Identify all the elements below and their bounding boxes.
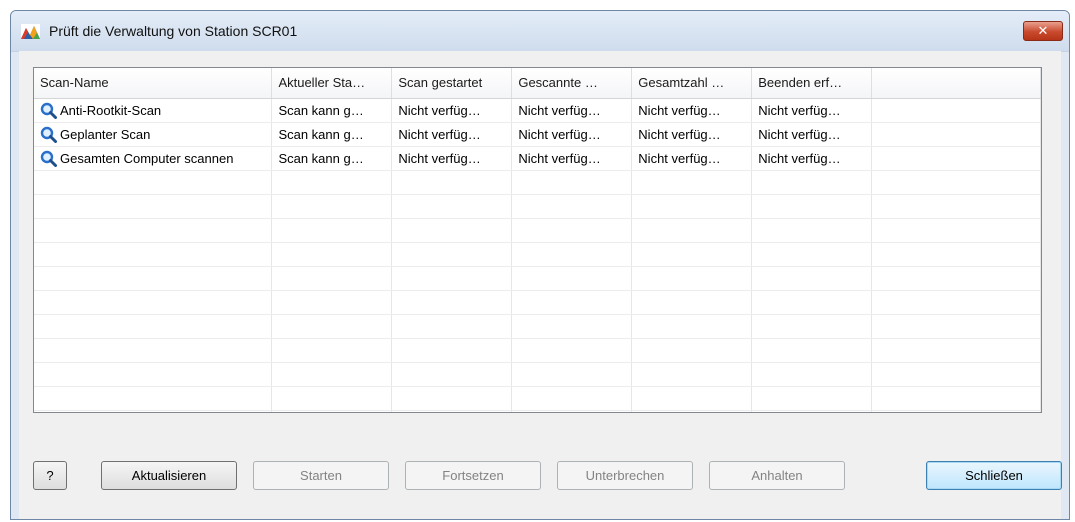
- column-header-filler: [871, 68, 1041, 99]
- pause-button-label: Unterbrechen: [585, 468, 665, 483]
- close-window-button[interactable]: ✕: [1023, 21, 1063, 41]
- close-button-label: Schließen: [965, 468, 1023, 483]
- resume-button-label: Fortsetzen: [442, 468, 504, 483]
- pause-button[interactable]: Unterbrechen: [557, 461, 693, 490]
- start-button-label: Starten: [300, 468, 342, 483]
- magnifier-icon: [40, 102, 57, 119]
- empty-row: [34, 314, 1041, 339]
- refresh-button-label: Aktualisieren: [131, 468, 207, 483]
- scan-name-cell: Gesamten Computer scannen: [34, 146, 273, 171]
- magnifier-icon: [40, 150, 57, 167]
- start-button[interactable]: Starten: [253, 461, 389, 490]
- started-cell: Nicht verfüg…: [391, 98, 513, 123]
- total-cell: Nicht verfüg…: [631, 146, 753, 171]
- total-cell: Nicht verfüg…: [631, 122, 753, 147]
- scan-name-text: Geplanter Scan: [60, 126, 151, 142]
- empty-row: [34, 170, 1041, 195]
- magnifier-icon: [40, 126, 57, 143]
- empty-row: [34, 410, 1041, 412]
- resume-button[interactable]: Fortsetzen: [405, 461, 541, 490]
- scanned-cell: Nicht verfüg…: [511, 98, 633, 123]
- empty-row: [34, 218, 1041, 243]
- scan-table: Scan-Name Aktueller Sta… Scan gestartet …: [34, 68, 1041, 412]
- empty-row: [34, 266, 1041, 291]
- dialog-window: Prüft die Verwaltung von Station SCR01 ✕…: [10, 10, 1070, 520]
- empty-row: [34, 338, 1041, 363]
- filler-cell: [871, 146, 1041, 171]
- table-row[interactable]: Gesamten Computer scannen Scan kann g… N…: [34, 146, 1041, 171]
- refresh-button[interactable]: Aktualisieren: [101, 461, 237, 490]
- finished-cell: Nicht verfüg…: [751, 146, 873, 171]
- column-header-current-status[interactable]: Aktueller Sta…: [271, 68, 393, 99]
- filler-cell: [871, 122, 1041, 147]
- table-row[interactable]: Geplanter Scan Scan kann g… Nicht verfüg…: [34, 122, 1041, 147]
- column-header-scan-started[interactable]: Scan gestartet: [391, 68, 513, 99]
- close-icon: ✕: [1037, 23, 1049, 38]
- close-button[interactable]: Schließen: [926, 461, 1062, 490]
- scan-name-cell: Geplanter Scan: [34, 122, 273, 147]
- empty-row: [34, 362, 1041, 387]
- empty-row: [34, 194, 1041, 219]
- finished-cell: Nicht verfüg…: [751, 98, 873, 123]
- status-cell: Scan kann g…: [271, 98, 393, 123]
- window-title: Prüft die Verwaltung von Station SCR01: [49, 23, 298, 39]
- help-button-label: ?: [46, 468, 54, 483]
- column-header-total[interactable]: Gesamtzahl …: [631, 68, 753, 99]
- avg-logo-icon: [21, 24, 40, 39]
- table-header-row: Scan-Name Aktueller Sta… Scan gestartet …: [34, 68, 1041, 99]
- finished-cell: Nicht verfüg…: [751, 122, 873, 147]
- empty-row: [34, 290, 1041, 315]
- scanned-cell: Nicht verfüg…: [511, 122, 633, 147]
- column-header-scanned[interactable]: Gescannte …: [511, 68, 633, 99]
- stop-button-label: Anhalten: [751, 468, 803, 483]
- help-button[interactable]: ?: [33, 461, 67, 490]
- empty-row: [34, 386, 1041, 411]
- stop-button[interactable]: Anhalten: [709, 461, 845, 490]
- started-cell: Nicht verfüg…: [391, 146, 513, 171]
- scan-name-text: Anti-Rootkit-Scan: [60, 102, 162, 118]
- table-row[interactable]: Anti-Rootkit-Scan Scan kann g… Nicht ver…: [34, 98, 1041, 123]
- scan-name-cell: Anti-Rootkit-Scan: [34, 98, 273, 123]
- status-cell: Scan kann g…: [271, 122, 393, 147]
- scan-name-text: Gesamten Computer scannen: [60, 150, 234, 166]
- dialog-body: Scan-Name Aktueller Sta… Scan gestartet …: [19, 51, 1062, 519]
- column-header-finished[interactable]: Beenden erf…: [751, 68, 873, 99]
- scan-list[interactable]: Scan-Name Aktueller Sta… Scan gestartet …: [33, 67, 1042, 413]
- column-header-scan-name[interactable]: Scan-Name: [34, 68, 273, 99]
- status-cell: Scan kann g…: [271, 146, 393, 171]
- scanned-cell: Nicht verfüg…: [511, 146, 633, 171]
- total-cell: Nicht verfüg…: [631, 98, 753, 123]
- title-bar[interactable]: Prüft die Verwaltung von Station SCR01 ✕: [11, 11, 1069, 52]
- filler-cell: [871, 98, 1041, 123]
- empty-row: [34, 242, 1041, 267]
- started-cell: Nicht verfüg…: [391, 122, 513, 147]
